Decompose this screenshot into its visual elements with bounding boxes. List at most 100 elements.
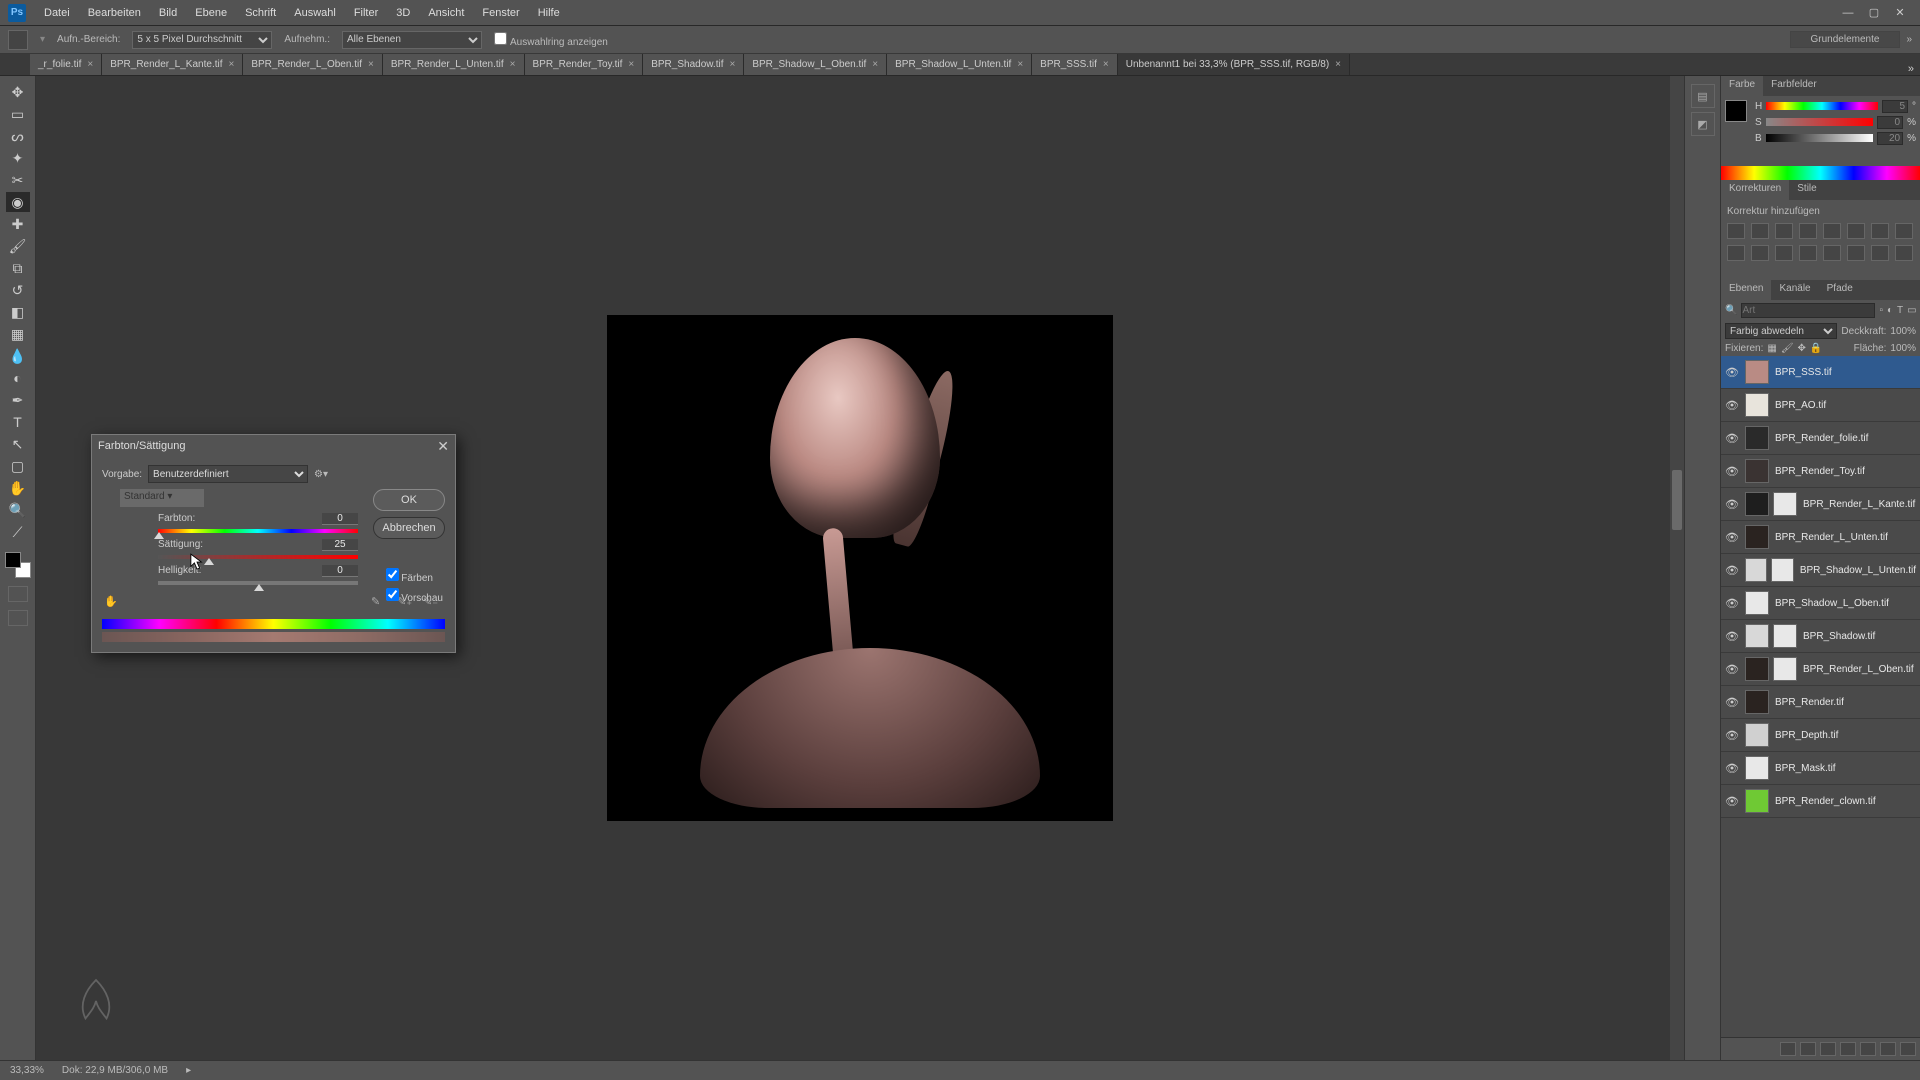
layer-visibility-icon[interactable]: 👁 [1725,498,1739,511]
filter-pixel-icon[interactable]: ▫ [1879,305,1883,316]
color-panel-swatch[interactable] [1725,100,1747,122]
menu-type[interactable]: Schrift [245,7,276,19]
menu-image[interactable]: Bild [159,7,177,19]
styles-tab[interactable]: Stile [1789,180,1824,200]
layer-visibility-icon[interactable]: 👁 [1725,630,1739,643]
layer-name[interactable]: BPR_Shadow_L_Oben.tif [1775,598,1889,609]
document-tab[interactable]: BPR_Shadow.tif× [643,54,744,75]
tab-close-icon[interactable]: × [229,59,235,70]
layers-tab[interactable]: Ebenen [1721,280,1771,300]
zoom-level[interactable]: 33,33% [10,1065,44,1076]
threshold-adj-icon[interactable] [1847,245,1865,261]
current-tool-icon[interactable] [8,30,28,50]
colorlut-adj-icon[interactable] [1775,245,1793,261]
layer-visibility-icon[interactable]: 👁 [1725,762,1739,775]
layer-visibility-icon[interactable]: 👁 [1725,465,1739,478]
bw-adj-icon[interactable] [1895,223,1913,239]
scrubby-hand-icon[interactable]: ✋ [104,595,118,608]
layer-row[interactable]: 👁 BPR_Render_Toy.tif [1721,455,1920,488]
blur-tool[interactable]: 💧 [6,346,30,366]
layer-name[interactable]: BPR_Shadow.tif [1803,631,1875,642]
menu-window[interactable]: Fenster [482,7,519,19]
adjustments-tab[interactable]: Korrekturen [1721,180,1789,200]
document-tab[interactable]: BPR_Render_L_Oben.tif× [243,54,382,75]
layer-visibility-icon[interactable]: 👁 [1725,663,1739,676]
blend-mode-select[interactable]: Farbig abwedeln [1725,323,1837,339]
properties-panel-icon[interactable]: ◩ [1691,112,1715,136]
cancel-button[interactable]: Abbrechen [373,517,445,539]
layer-name[interactable]: BPR_Shadow_L_Unten.tif [1800,565,1916,576]
swatches-tab[interactable]: Farbfelder [1763,76,1825,96]
layer-row[interactable]: 👁BPR_Render_L_Kante.tif [1721,488,1920,521]
selective-adj-icon[interactable] [1895,245,1913,261]
tab-close-icon[interactable]: × [1103,59,1109,70]
tab-close-icon[interactable]: × [510,59,516,70]
document-tab[interactable]: BPR_Render_L_Unten.tif× [383,54,525,75]
vertical-scrollbar[interactable] [1670,76,1684,1060]
layer-thumbnail[interactable] [1745,393,1769,417]
lock-all-icon[interactable]: 🔒 [1810,343,1822,354]
b-value[interactable]: 20 [1877,132,1903,145]
lightness-slider[interactable] [158,581,358,585]
lightness-value-field[interactable]: 0 [322,565,358,577]
fill-value[interactable]: 100% [1890,343,1916,354]
layer-filter-input[interactable] [1741,303,1875,318]
menu-view[interactable]: Ansicht [428,7,464,19]
wand-tool[interactable]: ✦ [6,148,30,168]
layer-row[interactable]: 👁BPR_Render_folie.tif [1721,422,1920,455]
layer-thumbnail[interactable] [1745,360,1769,384]
layer-thumbnail[interactable] [1745,624,1769,648]
curves-adj-icon[interactable] [1775,223,1793,239]
b-slider[interactable] [1766,134,1873,142]
layer-fx-icon[interactable] [1800,1042,1816,1056]
layer-row[interactable]: 👁BPR_Depth.tif [1721,719,1920,752]
gradientmap-adj-icon[interactable] [1871,245,1889,261]
document-info[interactable]: Dok: 22,9 MB/306,0 MB [62,1065,168,1076]
filter-shape-icon[interactable]: ▭ [1907,305,1916,316]
filter-type-icon[interactable]: T [1897,305,1903,316]
sample-layers-select[interactable]: Alle Ebenen [342,31,482,49]
layer-thumbnail[interactable] [1745,789,1769,813]
lasso-tool[interactable]: ᔕ [6,126,30,146]
menu-layer[interactable]: Ebene [195,7,227,19]
hand-tool[interactable]: ✋ [6,478,30,498]
layer-name[interactable]: BPR_Render_Toy.tif [1775,466,1865,477]
photofilter-adj-icon[interactable] [1727,245,1745,261]
lock-pixels-icon[interactable]: 🖌 [1781,343,1794,354]
tab-close-icon[interactable]: × [1335,59,1341,70]
layer-visibility-icon[interactable]: 👁 [1725,597,1739,610]
dialog-close-button[interactable]: ✕ [437,438,449,455]
layer-mask-icon[interactable] [1820,1042,1836,1056]
exposure-adj-icon[interactable] [1799,223,1817,239]
menu-3d[interactable]: 3D [396,7,410,19]
hue-value-field[interactable]: 0 [322,513,358,525]
lock-transparency-icon[interactable]: ▦ [1767,343,1776,354]
tab-close-icon[interactable]: × [628,59,634,70]
h-slider[interactable] [1766,102,1878,110]
layer-mask-thumbnail[interactable] [1773,624,1797,648]
colorize-checkbox[interactable]: Färben [386,568,443,584]
window-maximize-button[interactable]: ▢ [1862,4,1886,22]
preset-select[interactable]: Benutzerdefiniert [148,465,308,483]
layer-name[interactable]: BPR_Render.tif [1775,697,1844,708]
layer-mask-thumbnail[interactable] [1773,492,1797,516]
document-canvas[interactable] [607,315,1113,821]
new-adjustment-icon[interactable] [1840,1042,1856,1056]
color-range-select[interactable]: Standard ▾ [120,489,204,507]
layer-name[interactable]: BPR_Render_clown.tif [1775,796,1876,807]
window-close-button[interactable]: ✕ [1888,4,1912,22]
layer-thumbnail[interactable] [1745,690,1769,714]
levels-adj-icon[interactable] [1751,223,1769,239]
sample-area-select[interactable]: 5 x 5 Pixel Durchschnitt [132,31,272,49]
layer-row[interactable]: 👁 BPR_Render.tif [1721,686,1920,719]
menu-filter[interactable]: Filter [354,7,378,19]
layer-visibility-icon[interactable]: 👁 [1725,696,1739,709]
layer-visibility-icon[interactable]: 👁 [1725,531,1739,544]
document-tab[interactable]: _r_folie.tif× [30,54,102,75]
layer-name[interactable]: BPR_Render_folie.tif [1775,433,1868,444]
layer-thumbnail[interactable] [1745,723,1769,747]
layer-name[interactable]: BPR_Depth.tif [1775,730,1838,741]
new-group-icon[interactable] [1860,1042,1876,1056]
workspace-label[interactable]: Grundelemente [1790,31,1901,48]
tab-close-icon[interactable]: × [729,59,735,70]
